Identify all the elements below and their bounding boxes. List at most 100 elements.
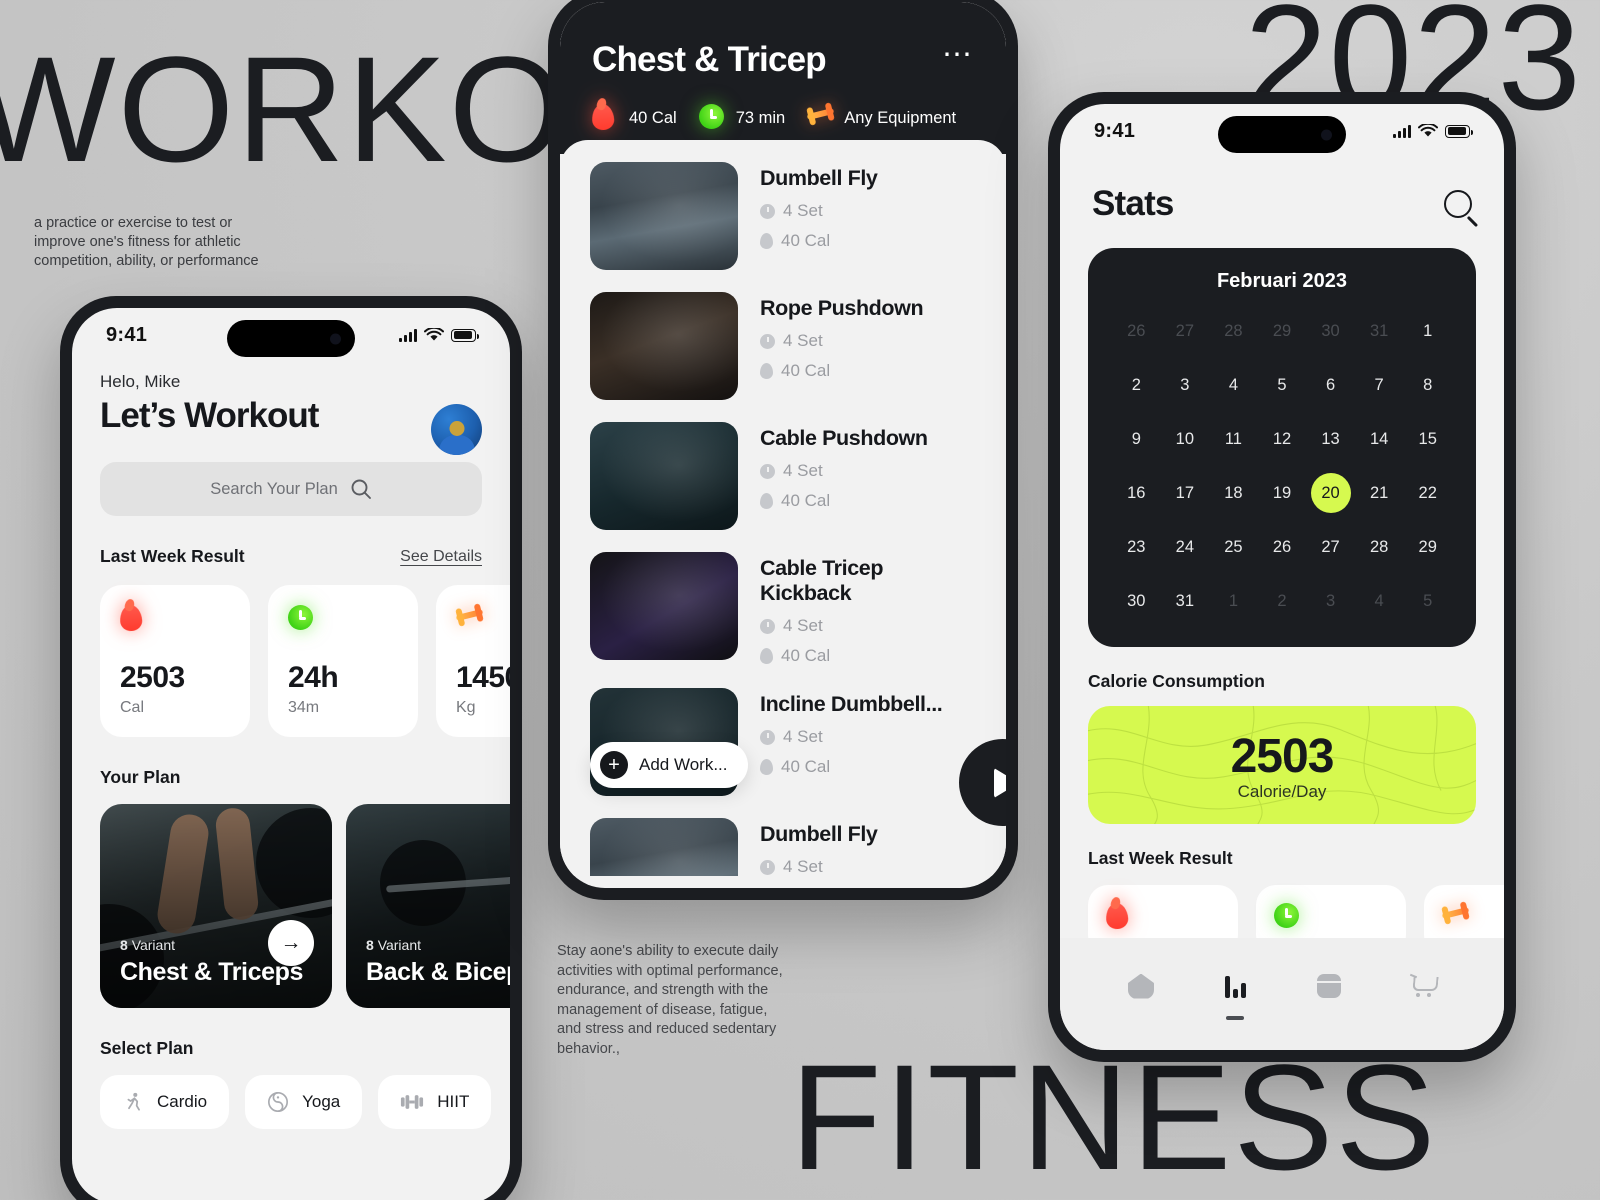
exercise-item[interactable]: Cable Pushdown 4 Set 40 Cal bbox=[590, 422, 976, 530]
calendar-day[interactable]: 6 bbox=[1306, 365, 1355, 405]
plan-card-chest-triceps[interactable]: 8 Variant Chest & Triceps → bbox=[100, 804, 332, 1008]
calendar-day[interactable]: 3 bbox=[1161, 365, 1210, 405]
calendar-day[interactable]: 27 bbox=[1161, 311, 1210, 351]
add-workout-button[interactable]: + Add Work... bbox=[590, 742, 748, 788]
detail-header: Chest & Tricep ⋯ 40 Cal 73 min Any Equip… bbox=[560, 2, 1006, 154]
exercise-sets: 4 Set bbox=[760, 331, 923, 351]
calendar-day[interactable]: 16 bbox=[1112, 473, 1161, 513]
exercise-thumbnail bbox=[590, 162, 738, 270]
exercise-thumbnail bbox=[590, 818, 738, 876]
tab-stats[interactable] bbox=[1215, 966, 1255, 1020]
calendar-day[interactable]: 4 bbox=[1355, 581, 1404, 621]
status-time: 9:41 bbox=[1094, 119, 1136, 142]
bottom-tab-bar[interactable] bbox=[1060, 938, 1504, 1050]
calorie-consumption-card[interactable]: 2503 Calorie/Day bbox=[1088, 706, 1476, 824]
calendar-day[interactable]: 9 bbox=[1112, 419, 1161, 459]
stat-card[interactable]: 1450 Kg bbox=[436, 585, 510, 737]
stat-value: 24h bbox=[288, 661, 339, 694]
exercise-item[interactable]: Cable Tricep Kickback 4 Set 40 Cal bbox=[590, 552, 976, 666]
stat-card[interactable]: 24h 34m bbox=[268, 585, 418, 737]
search-icon bbox=[351, 479, 371, 499]
plan-chip-list[interactable]: Cardio Yoga HIIT bbox=[100, 1075, 492, 1129]
chip-label: Cardio bbox=[157, 1092, 208, 1111]
exercise-item[interactable]: Dumbell Fly 4 Set bbox=[590, 818, 976, 876]
calendar-day[interactable]: 28 bbox=[1355, 527, 1404, 567]
calendar-day[interactable]: 25 bbox=[1209, 527, 1258, 567]
calendar-day[interactable]: 5 bbox=[1403, 581, 1452, 621]
chip-cardio[interactable]: Cardio bbox=[100, 1075, 230, 1129]
calendar-day[interactable]: 8 bbox=[1403, 365, 1452, 405]
search-icon[interactable] bbox=[1444, 190, 1472, 218]
dynamic-island bbox=[1218, 116, 1346, 153]
calendar-day[interactable]: 7 bbox=[1355, 365, 1404, 405]
calendar-day[interactable]: 10 bbox=[1161, 419, 1210, 459]
dumbbell-icon bbox=[807, 104, 835, 132]
exercise-list[interactable]: Dumbell Fly 4 Set 40 Cal Rope Pushdown 4… bbox=[560, 140, 1006, 876]
add-workout-label: Add Work... bbox=[639, 755, 728, 774]
calendar-day[interactable]: 24 bbox=[1161, 527, 1210, 567]
calendar-day[interactable]: 11 bbox=[1209, 419, 1258, 459]
calendar-day[interactable]: 13 bbox=[1306, 419, 1355, 459]
calendar-day[interactable]: 3 bbox=[1306, 581, 1355, 621]
calendar-day[interactable]: 14 bbox=[1355, 419, 1404, 459]
tab-home[interactable] bbox=[1121, 966, 1161, 1006]
tab-shop[interactable] bbox=[1403, 966, 1443, 1006]
plan-card-back-biceps[interactable]: 8 Variant Back & Biceps bbox=[346, 804, 510, 1008]
meta-equipment: Any Equipment bbox=[807, 104, 956, 132]
calendar-day[interactable]: 30 bbox=[1112, 581, 1161, 621]
clock-icon bbox=[760, 859, 775, 875]
see-details-link[interactable]: See Details bbox=[400, 548, 482, 566]
calendar-day[interactable]: 23 bbox=[1112, 527, 1161, 567]
calendar-day[interactable]: 22 bbox=[1403, 473, 1452, 513]
exercise-calories: 40 Cal bbox=[760, 231, 877, 251]
calendar-day[interactable]: 27 bbox=[1306, 527, 1355, 567]
last-week-title: Last Week Result bbox=[100, 546, 245, 566]
last-week-title: Last Week Result bbox=[1088, 848, 1233, 868]
calendar-day[interactable]: 19 bbox=[1258, 473, 1307, 513]
calendar-day[interactable]: 31 bbox=[1355, 311, 1404, 351]
calendar-day[interactable]: 18 bbox=[1209, 473, 1258, 513]
calendar-day[interactable]: 1 bbox=[1209, 581, 1258, 621]
avatar[interactable] bbox=[431, 404, 482, 455]
clock-icon bbox=[288, 605, 316, 633]
exercise-calories-label: 40 Cal bbox=[781, 646, 831, 665]
calendar-day[interactable]: 2 bbox=[1112, 365, 1161, 405]
calendar-day[interactable]: 15 bbox=[1403, 419, 1452, 459]
tab-nutrition[interactable] bbox=[1309, 966, 1349, 1006]
plan-card-text: 8 Variant Back & Biceps bbox=[366, 937, 510, 986]
chip-yoga[interactable]: Yoga bbox=[245, 1075, 363, 1129]
stat-card[interactable]: 2503 Cal bbox=[100, 585, 250, 737]
calendar-day[interactable]: 20 bbox=[1306, 473, 1355, 513]
calendar-day[interactable]: 31 bbox=[1161, 581, 1210, 621]
background-word-fitness: FITNESS bbox=[790, 1033, 1438, 1200]
arrow-right-icon[interactable]: → bbox=[268, 920, 314, 966]
exercise-calories: 40 Cal bbox=[760, 646, 976, 666]
calendar-day[interactable]: 2 bbox=[1258, 581, 1307, 621]
calendar-day[interactable]: 1 bbox=[1403, 311, 1452, 351]
calendar-day[interactable]: 28 bbox=[1209, 311, 1258, 351]
plan-card-list[interactable]: 8 Variant Chest & Triceps → 8 Variant Ba… bbox=[100, 804, 510, 1008]
calendar[interactable]: Februari 2023 26 27 28 29 30 31 1 2 3 4 5 6 7 8 9 10 11 1… bbox=[1088, 248, 1476, 647]
calendar-day[interactable]: 4 bbox=[1209, 365, 1258, 405]
calendar-day[interactable]: 29 bbox=[1258, 311, 1307, 351]
exercise-item[interactable]: Rope Pushdown 4 Set 40 Cal bbox=[590, 292, 976, 400]
chip-hiit[interactable]: HIIT bbox=[378, 1075, 492, 1129]
clock-icon bbox=[760, 729, 775, 745]
exercise-item[interactable]: Dumbell Fly 4 Set 40 Cal bbox=[590, 162, 976, 270]
calendar-day[interactable]: 17 bbox=[1161, 473, 1210, 513]
calendar-day[interactable]: 26 bbox=[1112, 311, 1161, 351]
more-options-icon[interactable]: ⋯ bbox=[942, 40, 974, 70]
dynamic-island bbox=[227, 320, 355, 357]
plan-variant: 8 Variant bbox=[366, 937, 510, 953]
yinyang-icon bbox=[268, 1092, 289, 1112]
exercise-calories-label: 40 Cal bbox=[781, 231, 831, 250]
stat-card-list[interactable]: 2503 Cal 24h 34m 1450 Kg bbox=[100, 585, 510, 737]
search-input[interactable]: Search Your Plan bbox=[100, 462, 482, 516]
calendar-day[interactable]: 29 bbox=[1403, 527, 1452, 567]
calendar-day[interactable]: 26 bbox=[1258, 527, 1307, 567]
calendar-day[interactable]: 21 bbox=[1355, 473, 1404, 513]
calendar-day[interactable]: 12 bbox=[1258, 419, 1307, 459]
calendar-day[interactable]: 5 bbox=[1258, 365, 1307, 405]
calendar-day[interactable]: 30 bbox=[1306, 311, 1355, 351]
calendar-grid[interactable]: 26 27 28 29 30 31 1 2 3 4 5 6 7 8 9 10 11 12 13 14 15 16 17 18 1… bbox=[1112, 311, 1452, 621]
